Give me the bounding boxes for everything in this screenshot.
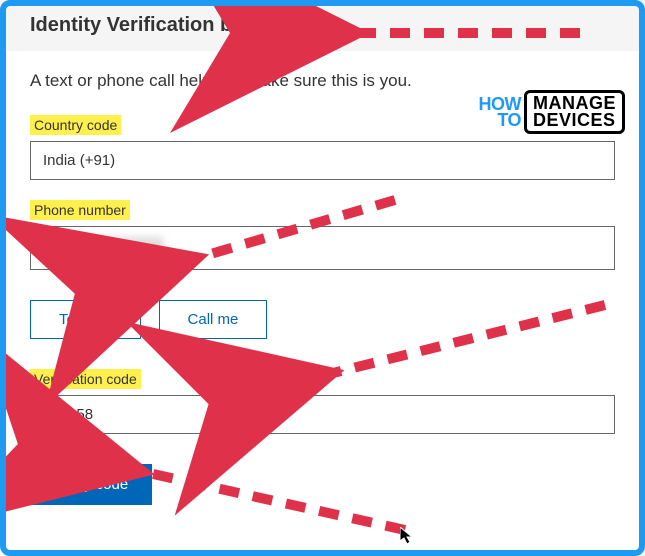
country-code-label: Country code xyxy=(30,115,121,135)
method-button-row: Text me Call me xyxy=(30,300,615,339)
page-title: Identity Verification by phone xyxy=(30,14,615,37)
watermark-to: TO xyxy=(479,112,522,128)
text-me-button[interactable]: Text me xyxy=(30,300,141,339)
mouse-cursor-icon xyxy=(400,527,414,550)
watermark-logo: HOW TO MANAGE DEVICES xyxy=(479,90,626,134)
verification-code-input[interactable] xyxy=(30,395,615,434)
phone-number-group: Phone number xyxy=(30,200,615,270)
header-bar: Identity Verification by phone xyxy=(0,0,645,51)
subtitle-text: A text or phone call helps us make sure … xyxy=(30,71,615,91)
phone-number-label: Phone number xyxy=(30,200,130,220)
watermark-devices: DEVICES xyxy=(533,112,616,129)
redacted-phone xyxy=(43,237,163,255)
verification-code-label: Verification code xyxy=(30,369,141,389)
verify-code-button[interactable]: Verify code xyxy=(30,464,152,505)
verification-code-group: Verification code xyxy=(30,369,615,434)
phone-number-input[interactable] xyxy=(30,226,615,270)
country-code-select[interactable]: India (+91) xyxy=(30,141,615,180)
call-me-button[interactable]: Call me xyxy=(159,300,268,339)
